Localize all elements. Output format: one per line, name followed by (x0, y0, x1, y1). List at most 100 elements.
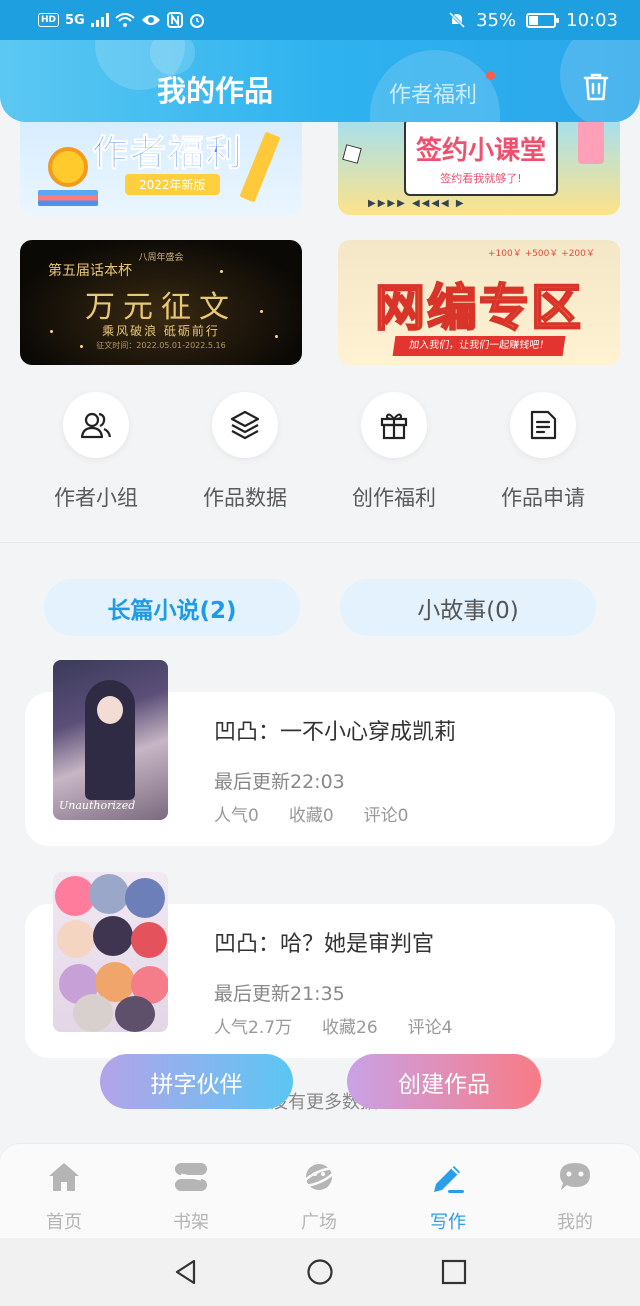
quick-work-data[interactable]: 作品数据 (180, 392, 310, 512)
eye-icon (141, 15, 160, 25)
cover-figure (73, 994, 113, 1032)
notification-dot (486, 71, 495, 80)
banner-essay-contest[interactable]: 八周年盛会 第五届话本杯 万元征文 乘风破浪 砥砺前行 征文时间：2022.05… (20, 240, 302, 365)
arrow-decoration: ▶▶▶▶ ◀◀◀◀ ▶ (368, 198, 466, 209)
banner-money-text: +100￥ +500￥ +200￥ (488, 249, 595, 259)
quick-label: 创作福利 (352, 486, 436, 510)
work-cover[interactable] (53, 872, 168, 1032)
quick-creation-welfare[interactable]: 创作福利 (329, 392, 459, 512)
banner-title: 网编专区 (374, 278, 583, 338)
work-stats: 人气2.7万 收藏26 评论4 (214, 1013, 453, 1038)
cover-figure (89, 874, 129, 914)
wifi-icon (115, 12, 135, 27)
cover-figure (131, 922, 167, 958)
banner-left-text: 第五届话本杯 (48, 263, 132, 279)
work-favorites: 收藏26 (322, 1018, 378, 1038)
status-right: 35% 10:03 (448, 10, 618, 31)
nav-label: 书架 (173, 1212, 209, 1233)
nav-label: 写作 (430, 1212, 466, 1233)
work-favorites: 收藏0 (288, 806, 334, 826)
home-circle-icon[interactable] (306, 1258, 334, 1286)
sparkle-decoration (220, 270, 223, 273)
banner-editor-zone[interactable]: +100￥ +500￥ +200￥ 网编专区 加入我们，让我们一起赚钱吧！ (338, 240, 620, 365)
pencil-illustration (239, 131, 281, 203)
work-stats: 人气0 收藏0 评论0 (214, 801, 408, 826)
clock-time: 10:03 (566, 9, 618, 31)
nav-mine[interactable]: 我的 (535, 1160, 615, 1234)
mute-bell-icon (449, 11, 466, 29)
typing-partner-button[interactable]: 拼字伙伴 (100, 1054, 293, 1109)
pink-illustration (578, 120, 604, 164)
cover-figure (93, 916, 133, 956)
nav-label: 我的 (557, 1212, 593, 1233)
document-icon (530, 410, 557, 440)
work-card[interactable]: 凹凸：哈？她是审判官 最后更新21:35 人气2.7万 收藏26 评论4 (25, 872, 615, 1058)
home-icon (49, 1163, 79, 1191)
work-update-time: 最后更新21:35 (214, 983, 345, 1005)
banner-subtitle: 2022年新版 (125, 174, 220, 195)
banner-card: 签约小课堂 签约看我就够了! (404, 118, 558, 196)
nav-icon-wrap (279, 1160, 359, 1194)
battery-percent: 35% (476, 9, 517, 31)
create-work-button[interactable]: 创建作品 (347, 1054, 541, 1109)
recents-icon[interactable] (440, 1258, 468, 1286)
trash-icon[interactable] (582, 72, 610, 102)
clock-illustration (48, 147, 88, 187)
system-nav-bar (0, 1238, 640, 1306)
banner-ribbon: 加入我们，让我们一起赚钱吧！ (392, 336, 566, 356)
people-icon (80, 412, 112, 439)
cover-figure (115, 996, 155, 1032)
nav-home[interactable]: 首页 (24, 1160, 104, 1234)
tab-long-novels[interactable]: 长篇小说(2) (44, 579, 300, 636)
books-illustration (38, 190, 98, 206)
tab-short-stories[interactable]: 小故事(0) (340, 579, 596, 636)
quick-label: 作者小组 (54, 486, 138, 510)
app-header: 我的作品 作者福利 (0, 40, 640, 122)
nav-bookshelf[interactable]: 书架 (151, 1160, 231, 1234)
tab-author-welfare[interactable]: 作者福利 (389, 77, 477, 109)
layers-icon (230, 410, 260, 440)
work-popularity: 人气2.7万 (214, 1018, 293, 1038)
banner-subtitle: 乘风破浪 砥砺前行 (102, 324, 220, 338)
work-title: 凹凸：一不小心穿成凯莉 (214, 720, 457, 745)
bottom-nav: 首页 书架 广场 写作 我的 (0, 1143, 640, 1238)
work-title: 凹凸：哈？她是审判官 (214, 932, 435, 957)
battery-icon (526, 12, 560, 28)
nav-square[interactable]: 广场 (279, 1160, 359, 1234)
network-label: 5G (65, 12, 85, 28)
nav-icon-wrap (151, 1160, 231, 1194)
tab-my-works[interactable]: 我的作品 (157, 68, 273, 110)
banner-date: 征文时间：2022.05.01-2022.5.16 (96, 341, 226, 350)
status-bar: HD 5G 35% 10:03 (0, 0, 640, 40)
cover-text: Unauthorized (59, 799, 136, 812)
work-comments: 评论0 (363, 806, 409, 826)
alarm-icon (189, 14, 204, 28)
banner-signing-class[interactable]: 签约小课堂 签约看我就够了! ▶▶▶▶ ◀◀◀◀ ▶ (338, 112, 620, 215)
banner-author-welfare[interactable]: 作者福利 2022年新版 (20, 112, 302, 215)
cover-figure (125, 878, 165, 918)
work-card[interactable]: Unauthorized 凹凸：一不小心穿成凯莉 最后更新22:03 人气0 收… (25, 660, 615, 846)
work-comments: 评论4 (407, 1018, 453, 1038)
nav-icon-wrap (535, 1160, 615, 1194)
quick-icon-circle (361, 392, 427, 458)
signal-icon (90, 13, 109, 27)
quick-icon-circle (212, 392, 278, 458)
quick-icon-circle (510, 392, 576, 458)
battery-fill (529, 15, 539, 25)
quick-label: 作品数据 (203, 486, 287, 510)
back-icon[interactable] (172, 1258, 200, 1286)
bookshelf-icon (175, 1163, 207, 1191)
nav-write[interactable]: 写作 (408, 1160, 488, 1234)
quick-work-apply[interactable]: 作品申请 (478, 392, 608, 512)
quick-label: 作品申请 (501, 486, 585, 510)
quick-icon-circle (63, 392, 129, 458)
quick-author-group[interactable]: 作者小组 (31, 392, 161, 512)
work-update-time: 最后更新22:03 (214, 771, 345, 793)
planet-icon (302, 1164, 336, 1190)
work-cover[interactable]: Unauthorized (53, 660, 168, 820)
section-divider (0, 542, 640, 543)
banner-title: 作者福利 (91, 133, 245, 175)
banner-subtitle: 签约看我就够了! (440, 172, 522, 185)
status-left: HD 5G (38, 12, 205, 28)
banner-title: 签约小课堂 (415, 136, 546, 166)
